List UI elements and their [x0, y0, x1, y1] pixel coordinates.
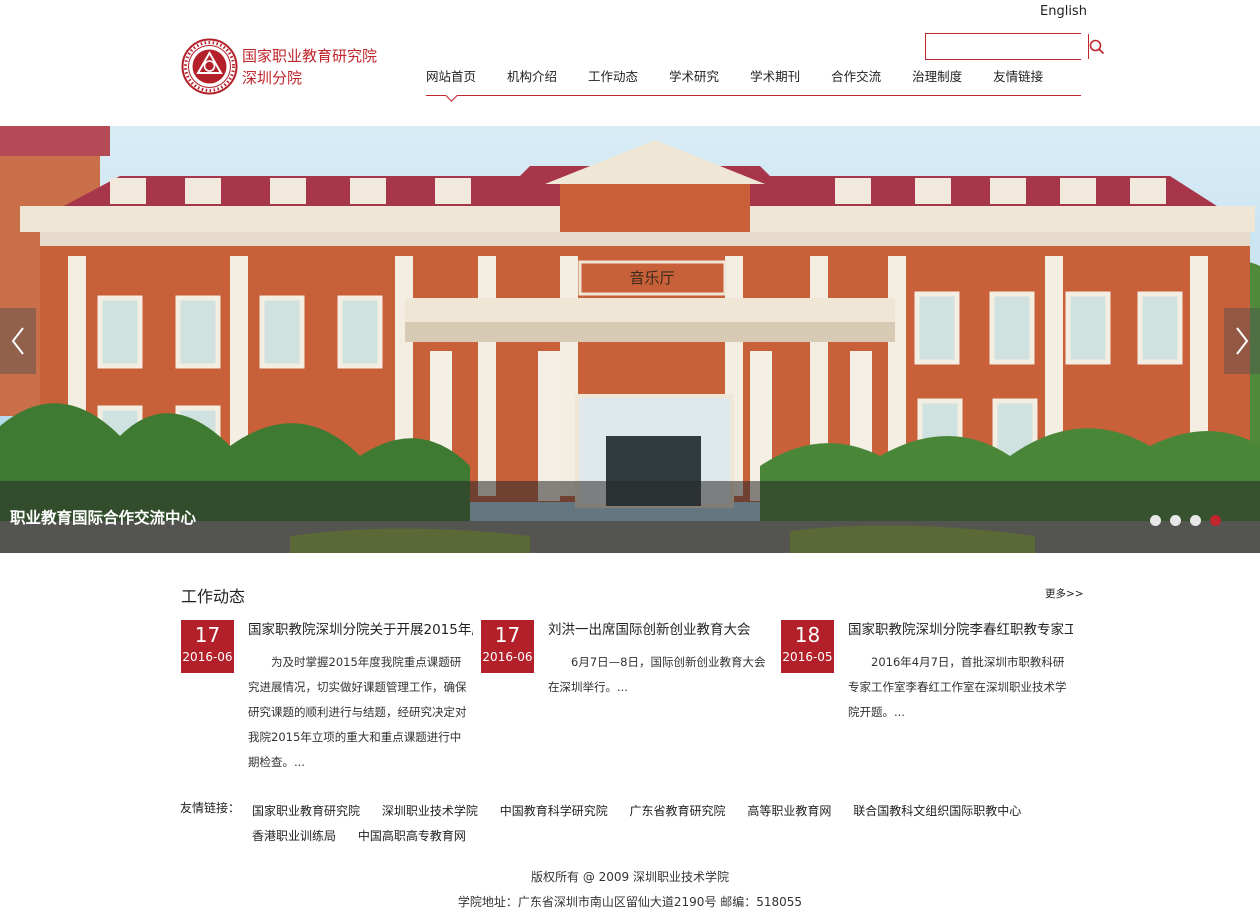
- date-day: 17: [494, 623, 521, 647]
- date-day: 18: [794, 623, 821, 647]
- news-summary: 为及时掌握2015年度我院重点课题研究进展情况，切实做好课题管理工作，确保研究课…: [248, 655, 467, 769]
- building-sign: 音乐厅: [629, 269, 674, 287]
- slide-dot[interactable]: [1170, 515, 1181, 526]
- news-summary: 6月7日—8日，国际创新创业教育大会在深圳举行。...: [548, 655, 766, 694]
- banner-caption[interactable]: 职业教育国际合作交流中心: [10, 506, 196, 528]
- chevron-right-icon: [1236, 327, 1249, 355]
- logo-line-2: 深圳分院: [242, 68, 303, 87]
- section-title: 工作动态: [181, 587, 246, 606]
- date-badge: 18 2016-05: [781, 620, 834, 673]
- links-label: 友情链接：: [180, 801, 241, 815]
- friend-link[interactable]: 国家职业教育研究院: [252, 804, 360, 818]
- site-logo[interactable]: 国家职业教育研究院 深圳分院: [181, 38, 377, 95]
- nav-item-links[interactable]: 友情链接: [993, 69, 1043, 95]
- friend-link[interactable]: 中国高职高专教育网: [358, 829, 466, 843]
- nav-item-governance[interactable]: 治理制度: [912, 69, 962, 95]
- date-badge: 17 2016-06: [181, 620, 234, 673]
- friend-link[interactable]: 联合国教科文组织国际职教中心: [853, 804, 1021, 818]
- search-icon: [1089, 39, 1105, 54]
- friend-link[interactable]: 深圳职业技术学院: [382, 804, 478, 818]
- nav-item-about[interactable]: 机构介绍: [507, 69, 557, 95]
- news-title[interactable]: 国家职教院深圳分院李春红职教专家工作室: [848, 618, 1073, 638]
- nav-item-news[interactable]: 工作动态: [588, 69, 638, 95]
- nav-item-cooperation[interactable]: 合作交流: [831, 69, 881, 95]
- banner-prev-button[interactable]: [0, 308, 36, 374]
- date-day: 17: [194, 623, 221, 647]
- logo-text: 国家职业教育研究院 深圳分院: [242, 45, 377, 89]
- news-summary: 2016年4月7日，首批深圳市职教科研专家工作室李春红工作室在深圳职业技术学院开…: [848, 655, 1067, 719]
- banner-slider[interactable]: 音乐厅 职业教育国际合作交流中心: [0, 126, 1260, 553]
- search-input[interactable]: [926, 34, 1088, 59]
- slide-dot-active[interactable]: [1210, 515, 1221, 526]
- date-month: 2016-06: [482, 650, 533, 664]
- main-nav: 网站首页 机构介绍 工作动态 学术研究 学术期刊 合作交流 治理制度 友情链接: [426, 69, 1081, 96]
- slide-indicators: [1150, 515, 1221, 526]
- footer-copyright: 版权所有 @ 2009 深圳职业技术学院: [531, 870, 729, 884]
- date-month: 2016-06: [182, 650, 233, 664]
- nav-item-journal[interactable]: 学术期刊: [750, 69, 800, 95]
- news-title[interactable]: 刘洪一出席国际创新创业教育大会: [548, 618, 773, 638]
- friend-link[interactable]: 中国教育科学研究院: [500, 804, 608, 818]
- date-badge: 17 2016-06: [481, 620, 534, 673]
- friend-link[interactable]: 高等职业教育网: [747, 804, 831, 818]
- more-link[interactable]: 更多>>: [1045, 586, 1084, 601]
- news-title[interactable]: 国家职教院深圳分院关于开展2015年度: [248, 618, 473, 638]
- footer-address: 学院地址：广东省深圳市南山区留仙大道2190号 邮编：518055: [457, 895, 803, 909]
- chevron-left-icon: [11, 327, 24, 355]
- slide-dot[interactable]: [1150, 515, 1161, 526]
- banner-next-button[interactable]: [1224, 308, 1260, 374]
- friend-link[interactable]: 香港职业训练局: [252, 829, 336, 843]
- nav-item-research[interactable]: 学术研究: [669, 69, 719, 95]
- slide-dot[interactable]: [1190, 515, 1201, 526]
- friend-links: 国家职业教育研究院 深圳职业技术学院 中国教育科学研究院 广东省教育研究院 高等…: [252, 799, 1072, 849]
- friend-link[interactable]: 广东省教育研究院: [630, 804, 726, 818]
- banner-caption-bar: 职业教育国际合作交流中心: [0, 481, 1260, 553]
- english-link[interactable]: English: [1040, 4, 1087, 19]
- nav-item-home[interactable]: 网站首页: [426, 69, 476, 95]
- logo-line-1: 国家职业教育研究院: [242, 46, 378, 65]
- institute-seal-icon: [181, 38, 238, 95]
- search-box: [925, 33, 1105, 60]
- search-button[interactable]: [1088, 34, 1105, 59]
- date-month: 2016-05: [782, 650, 833, 664]
